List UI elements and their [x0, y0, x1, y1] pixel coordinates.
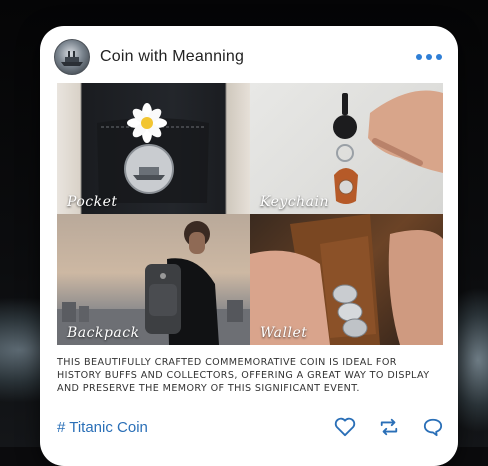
post-title: Coin with Meanning: [100, 48, 245, 65]
tile-label: Pocket: [67, 194, 118, 210]
image-grid: Pocket Keychain Backpack Wallet: [57, 83, 443, 345]
tile-backpack[interactable]: Backpack: [57, 214, 250, 345]
ship-coin-icon: [61, 51, 83, 66]
avatar[interactable]: [54, 39, 90, 75]
repost-icon[interactable]: [378, 417, 400, 437]
tile-pocket[interactable]: Pocket: [57, 83, 250, 214]
post-card: Coin with Meanning Pocket Keychain Backp…: [40, 26, 458, 466]
hashtag-link[interactable]: # Titanic Coin: [57, 419, 148, 436]
tile-keychain[interactable]: Keychain: [250, 83, 443, 214]
tile-label: Keychain: [260, 194, 329, 210]
post-actions: [334, 417, 444, 437]
tile-wallet[interactable]: Wallet: [250, 214, 443, 345]
post-footer: # Titanic Coin: [57, 416, 444, 438]
tile-label: Backpack: [67, 325, 140, 341]
tile-label: Wallet: [260, 325, 308, 341]
post-description: THIS BEAUTIFULLY CRAFTED COMMEMORATIVE C…: [57, 357, 430, 394]
comment-icon[interactable]: [422, 417, 444, 437]
heart-icon[interactable]: [334, 417, 356, 437]
more-dots-icon[interactable]: [416, 54, 442, 60]
post-header: Coin with Meanning: [54, 39, 444, 75]
